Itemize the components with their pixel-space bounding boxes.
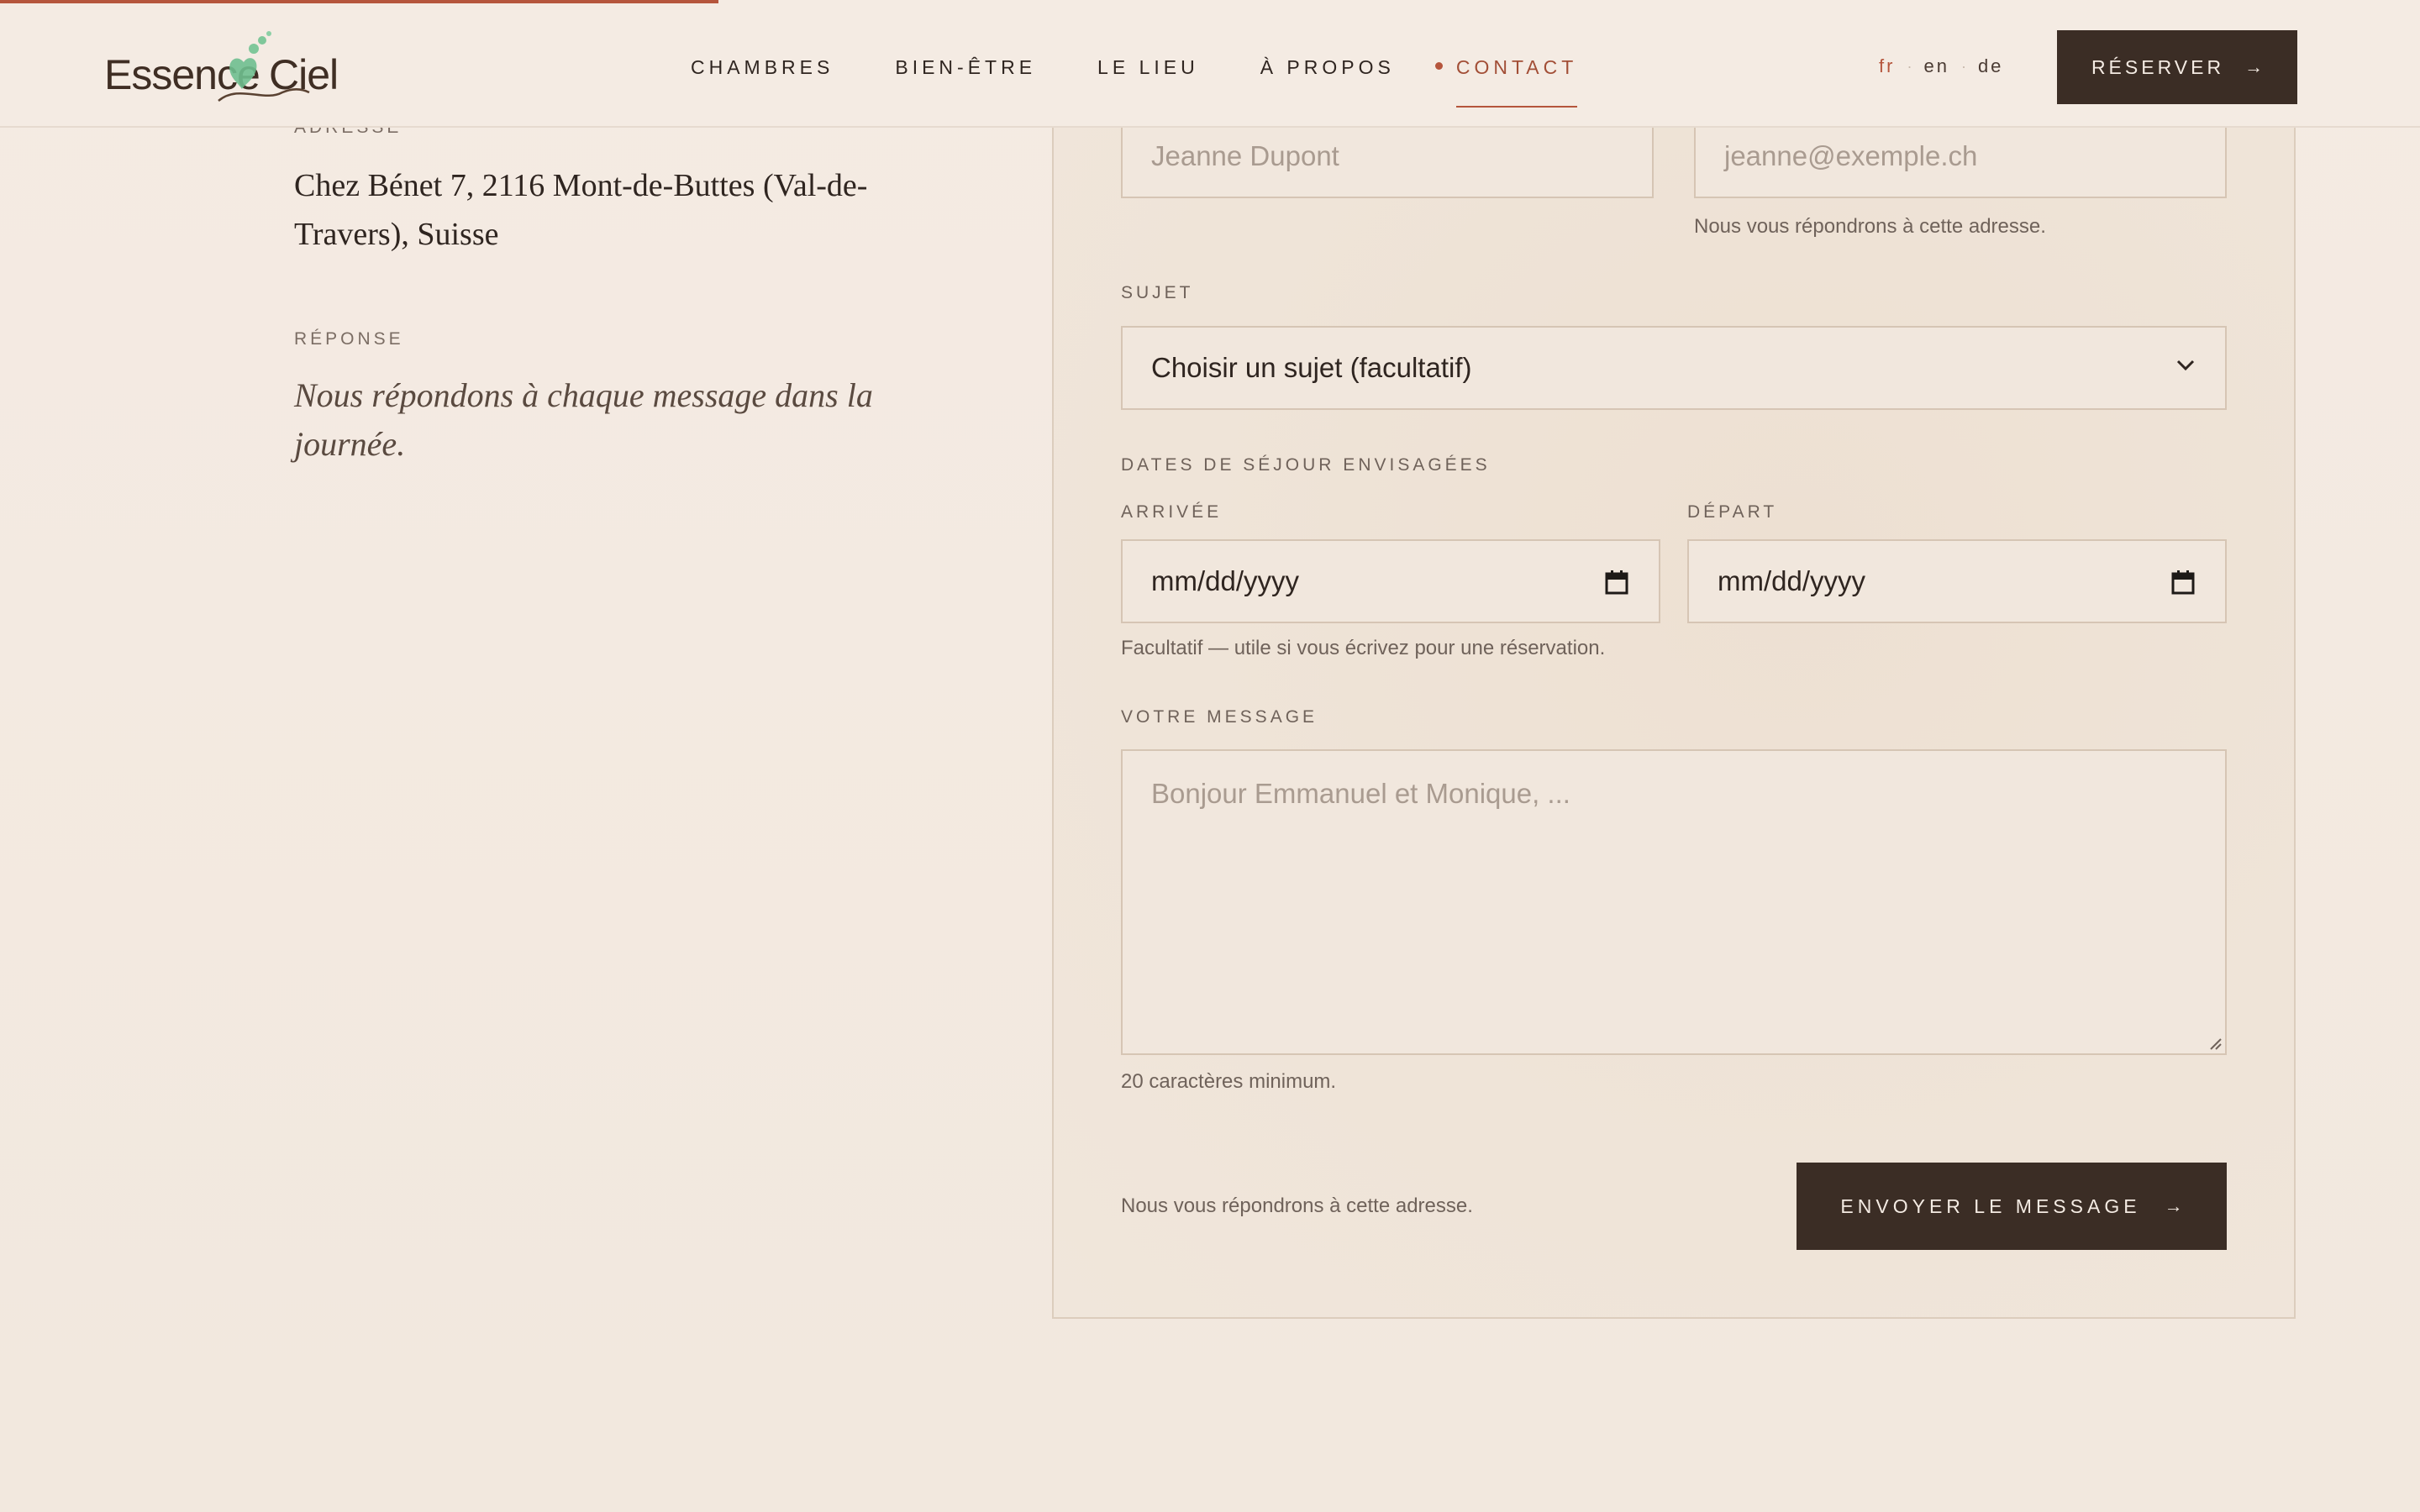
message-label: VOTRE MESSAGE [1121,707,1318,727]
resize-handle-icon[interactable] [2208,1037,2222,1050]
subject-label: SUJET [1121,283,1194,302]
subject-select[interactable]: Choisir un sujet (facultatif) [1121,326,2227,410]
departure-date-input[interactable]: mm/dd/yyyy [1687,539,2227,623]
site-header: Essence Ciel CHAMBRES BIEN-ÊTRE LE LIEU … [0,0,2420,128]
lang-fr[interactable]: fr [1879,55,1895,77]
logo-text-ciel: Ciel [269,51,339,98]
email-placeholder: jeanne@exemple.ch [1724,140,1978,171]
lang-separator: · [1960,57,1966,75]
lang-en[interactable]: en [1923,55,1949,77]
nav-item-contact[interactable]: CONTACT [1434,55,1578,108]
nav-item-le-lieu[interactable]: LE LIEU [1097,56,1199,79]
nav-item-contact-label: CONTACT [1455,55,1578,78]
chevron-down-icon [2176,360,2195,371]
lang-de[interactable]: de [1978,55,2003,77]
response-text: Nous répondons à chaque message dans la … [294,376,873,463]
language-switcher: fr · en · de [1879,55,2003,77]
main-nav: CHAMBRES BIEN-ÊTRE LE LIEU À PROPOS CONT… [691,50,1639,108]
message-textarea[interactable]: Bonjour Emmanuel et Monique, ... [1121,749,2227,1055]
departure-label: DÉPART [1687,502,1778,522]
subject-value: Choisir un sujet (facultatif) [1151,352,1472,383]
message-placeholder: Bonjour Emmanuel et Monique, ... [1151,778,1570,809]
contact-form-card [1052,67,2296,1319]
arrival-label: ARRIVÉE [1121,502,1223,522]
dates-hint: Facultatif — utile si vous écrivez pour … [1121,637,1606,659]
calendar-icon[interactable] [1605,570,1628,595]
arrival-date-value: mm/dd/yyyy [1151,565,1300,596]
nav-item-bien-etre[interactable]: BIEN-ÊTRE [895,56,1036,79]
response-label: RÉPONSE [294,329,404,349]
calendar-icon[interactable] [2171,570,2195,595]
dates-label: DATES DE SÉJOUR ENVISAGÉES [1121,455,1491,475]
arrow-right-icon: → [2164,1195,2183,1216]
send-message-button[interactable]: ENVOYER LE MESSAGE → [1797,1163,2227,1250]
logo[interactable]: Essence Ciel [104,29,339,104]
reserve-label: RÉSERVER [2091,55,2225,78]
nav-item-a-propos[interactable]: À PROPOS [1260,56,1395,79]
active-dot-icon [1434,61,1443,70]
form-footer-note: Nous vous répondrons à cette adresse. [1121,1194,1473,1217]
arrow-right-icon: → [2244,56,2264,77]
email-hint: Nous vous répondrons à cette adresse. [1694,215,2046,238]
address-text: Chez Bénet 7, 2116 Mont-de-Buttes (Val-d… [294,168,868,252]
reserve-button[interactable]: RÉSERVER → [2057,30,2297,104]
active-underline [1455,105,1578,108]
lang-separator: · [1907,57,1912,75]
name-placeholder: Jeanne Dupont [1151,140,1339,171]
arrival-date-input[interactable]: mm/dd/yyyy [1121,539,1660,623]
page: ADRESSE Chez Bénet 7, 2116 Mont-de-Butte… [0,0,2420,1512]
nav-item-chambres[interactable]: CHAMBRES [691,56,834,79]
send-message-label: ENVOYER LE MESSAGE [1840,1194,2141,1217]
departure-date-value: mm/dd/yyyy [1718,565,1866,596]
message-hint: 20 caractères minimum. [1121,1070,1337,1093]
scroll-progress-bar [0,0,718,3]
